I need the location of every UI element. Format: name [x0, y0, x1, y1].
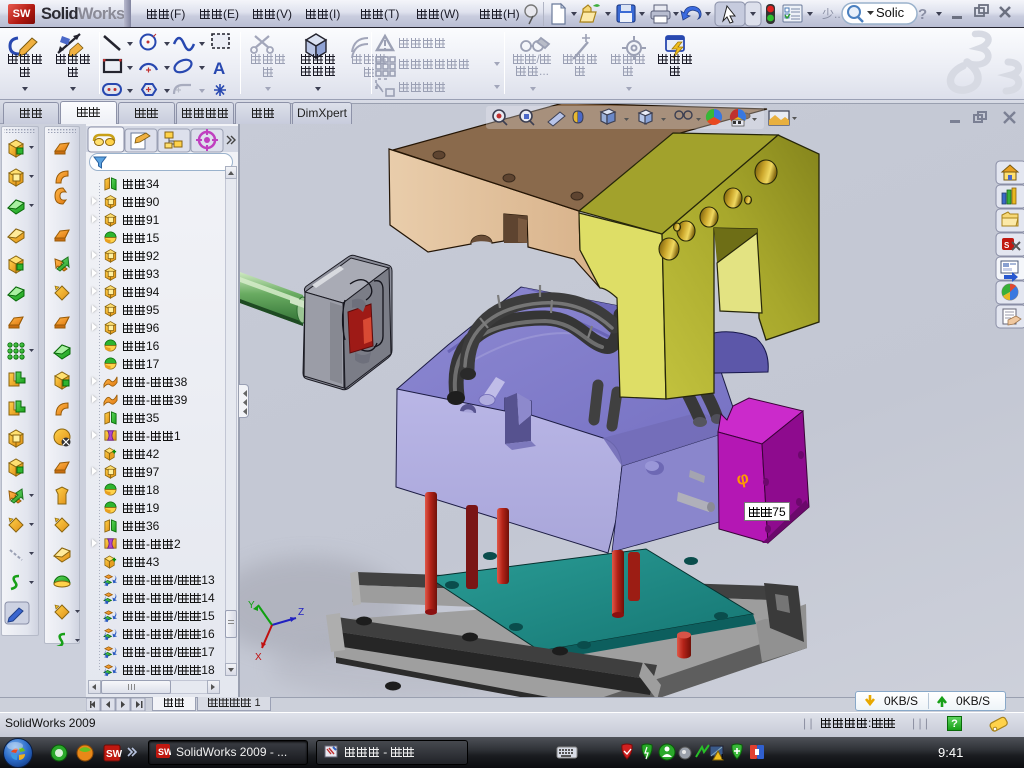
svg-text:Solic: Solic [876, 5, 905, 20]
svg-text:SW: SW [106, 749, 123, 760]
svg-text:SW: SW [158, 747, 171, 757]
svg-text:A: A [213, 59, 225, 78]
svg-text:X: X [255, 652, 262, 663]
svg-text:?: ? [918, 6, 927, 23]
svg-text:Y: Y [248, 600, 255, 611]
svg-text:Z: Z [298, 607, 304, 618]
svg-text:!: ! [721, 754, 723, 761]
svg-text:S: S [1004, 241, 1010, 250]
svg-text:少..: 少.. [822, 7, 841, 21]
